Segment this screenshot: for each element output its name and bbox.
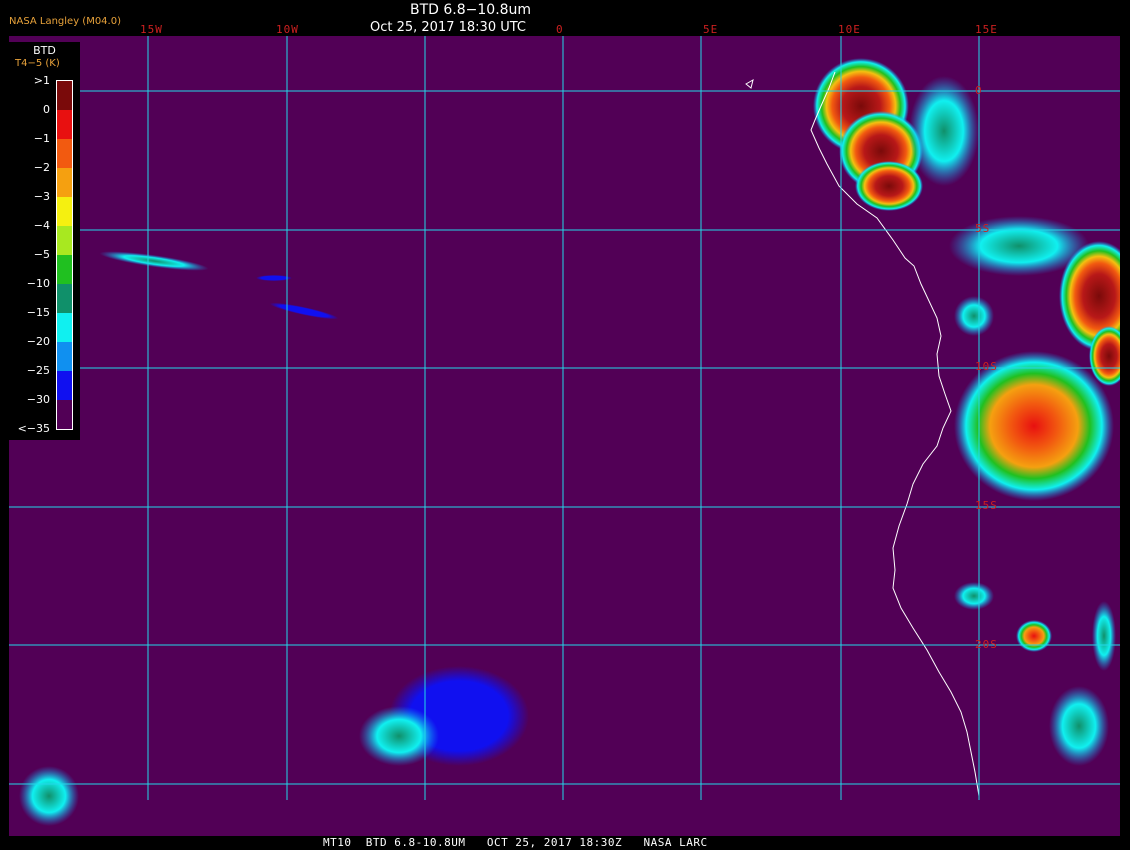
- legend-tick-label: −15: [26, 306, 50, 319]
- longitude-label: 15W: [140, 23, 163, 36]
- latitude-label: 20S: [975, 638, 998, 651]
- legend-tick-label: −25: [26, 364, 50, 377]
- satellite-map[interactable]: [9, 36, 1120, 836]
- legend-tick-label: −1: [33, 132, 50, 145]
- color-legend: BTD T4−5 (K) >1 0 −1 −2 −3 −4 −5 −10 −15 −20 −25 −3…: [9, 42, 80, 440]
- legend-swatch: [57, 255, 72, 284]
- legend-tick-label: >1: [33, 74, 50, 87]
- legend-subtitle: T4−5 (K): [15, 58, 60, 69]
- legend-tick-label: −10: [26, 277, 50, 290]
- legend-tick-label: −4: [33, 219, 50, 232]
- latitude-label: 15S: [975, 499, 998, 512]
- storm-cell-north-3: [855, 161, 923, 211]
- legend-tick-label: −3: [33, 190, 50, 203]
- legend-swatch: [57, 400, 72, 429]
- storm-cell-south: [1016, 620, 1052, 652]
- legend-tick-label: −20: [26, 335, 50, 348]
- cloud-mass-south-edge: [359, 706, 439, 766]
- longitude-label: 10E: [838, 23, 861, 36]
- legend-tick-label: <−35: [17, 422, 50, 435]
- footer-caption: MT10 BTD 6.8-10.8UM OCT 25, 2017 18:30Z …: [323, 836, 708, 849]
- legend-swatch: [57, 342, 72, 371]
- color-ramp: [56, 80, 73, 430]
- legend-swatch: [57, 81, 72, 110]
- cloud-patch: [1092, 601, 1116, 671]
- legend-swatch: [57, 168, 72, 197]
- legend-swatch: [57, 226, 72, 255]
- cloud-patch: [954, 582, 994, 610]
- longitude-label: 0: [556, 23, 564, 36]
- legend-tick-label: −5: [33, 248, 50, 261]
- cloud-band-north: [909, 76, 979, 186]
- legend-title: BTD: [33, 44, 56, 57]
- latitude-label: 10S: [975, 360, 998, 373]
- cloud-patch-sw: [19, 766, 79, 826]
- legend-tick-label: 0: [43, 103, 50, 116]
- cloud-patch: [1049, 686, 1109, 766]
- legend-tick-label: −2: [33, 161, 50, 174]
- legend-swatch: [57, 284, 72, 313]
- legend-swatch: [57, 139, 72, 168]
- brand-label: NASA Langley (M04.0): [9, 16, 121, 27]
- longitude-label: 10W: [276, 23, 299, 36]
- legend-swatch: [57, 197, 72, 226]
- latitude-label: 0: [975, 84, 983, 97]
- observation-time: Oct 25, 2017 18:30 UTC: [370, 20, 526, 35]
- storm-cell-central: [954, 351, 1114, 501]
- product-title: BTD 6.8−10.8um: [410, 2, 532, 18]
- longitude-label: 5E: [703, 23, 719, 36]
- legend-swatch: [57, 110, 72, 139]
- legend-swatch: [57, 313, 72, 342]
- cloud-patch: [954, 296, 994, 336]
- legend-swatch: [57, 371, 72, 400]
- longitude-label: 15E: [975, 23, 998, 36]
- latitude-label: 5S: [975, 222, 991, 235]
- legend-tick-label: −30: [26, 393, 50, 406]
